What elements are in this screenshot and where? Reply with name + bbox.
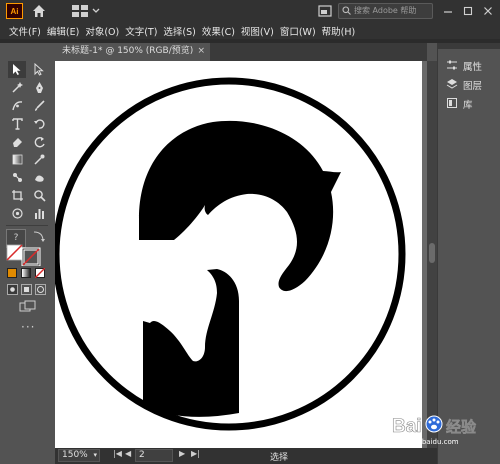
properties-panel-button[interactable]: 属性 bbox=[446, 58, 498, 74]
close-window-button[interactable] bbox=[478, 0, 498, 22]
workspace-switcher-icon[interactable] bbox=[71, 4, 101, 21]
menu-window[interactable]: 窗口(W) bbox=[277, 22, 319, 39]
prev-artboard-icon[interactable]: ◀ bbox=[125, 449, 131, 458]
menu-view[interactable]: 视图(V) bbox=[238, 22, 277, 39]
menu-help[interactable]: 帮助(H) bbox=[319, 22, 359, 39]
paintbrush-tool-icon[interactable] bbox=[30, 97, 48, 114]
column-graph-tool-icon[interactable] bbox=[30, 205, 48, 222]
fill-stroke-swatch[interactable] bbox=[6, 244, 46, 267]
document-title: 未标题-1* @ 150% (RGB/预览) bbox=[62, 46, 194, 56]
undo-rotate-tool-icon[interactable] bbox=[30, 115, 48, 132]
watermark-text: Bai bbox=[392, 416, 422, 437]
baidu-watermark: Bai 经验 jingyan.baidu.com bbox=[388, 408, 498, 448]
symbol-sprayer-tool-icon[interactable] bbox=[8, 205, 26, 222]
document-tab-bar: 未标题-1* @ 150% (RGB/预览) × bbox=[55, 43, 427, 61]
draw-inside-icon[interactable] bbox=[35, 284, 46, 298]
puppet-warp-tool-icon[interactable] bbox=[8, 169, 26, 186]
document-tab[interactable]: 未标题-1* @ 150% (RGB/预览) × bbox=[55, 43, 210, 61]
chevron-down-icon: ▾ bbox=[93, 451, 97, 459]
watermark-url: jingyan.baidu.com bbox=[393, 438, 459, 446]
arrange-documents-icon[interactable] bbox=[318, 4, 332, 21]
menu-effect[interactable]: 效果(C) bbox=[199, 22, 238, 39]
menu-type[interactable]: 文字(T) bbox=[122, 22, 160, 39]
home-icon[interactable] bbox=[32, 4, 46, 21]
toolbar-divider bbox=[6, 225, 48, 226]
gradient-tool-icon[interactable] bbox=[8, 151, 26, 168]
first-artboard-icon[interactable]: |◀ bbox=[113, 449, 122, 458]
canvas-area[interactable] bbox=[52, 61, 427, 448]
last-artboard-icon[interactable]: ▶| bbox=[191, 449, 200, 458]
layers-label: 图层 bbox=[463, 81, 483, 92]
rotate-tool-icon[interactable] bbox=[30, 133, 48, 150]
artboard-tool-icon[interactable] bbox=[8, 187, 26, 204]
zoom-tool-icon[interactable] bbox=[30, 187, 48, 204]
menu-bar: 文件(F) 编辑(E) 对象(O) 文字(T) 选择(S) 效果(C) 视图(V… bbox=[0, 22, 500, 39]
menu-object[interactable]: 对象(O) bbox=[82, 22, 122, 39]
fill-stroke-swap-icon[interactable] bbox=[31, 228, 47, 244]
draw-normal-icon[interactable] bbox=[7, 284, 18, 298]
minimize-button[interactable] bbox=[438, 0, 458, 22]
scrollbar-thumb[interactable] bbox=[429, 243, 435, 263]
draw-mode-buttons bbox=[6, 283, 48, 297]
title-bar: Ai 搜索 Adobe 帮助 bbox=[0, 0, 500, 22]
tools-panel: ? ··· bbox=[3, 58, 50, 398]
edit-toolbar-icon[interactable]: ··· bbox=[21, 320, 35, 334]
next-artboard-icon[interactable]: ▶ bbox=[179, 449, 185, 458]
eyedropper-tool-icon[interactable] bbox=[30, 151, 48, 168]
search-placeholder: 搜索 Adobe 帮助 bbox=[354, 6, 417, 15]
color-mode-buttons bbox=[6, 266, 48, 280]
menu-edit[interactable]: 编辑(E) bbox=[44, 22, 82, 39]
right-panel-dock: 属性 图层 库 bbox=[437, 43, 500, 464]
search-icon bbox=[342, 6, 351, 20]
properties-label: 属性 bbox=[463, 62, 483, 73]
vertical-scrollbar[interactable] bbox=[427, 61, 437, 448]
panel-grip[interactable] bbox=[438, 43, 500, 49]
screen-mode-icon[interactable] bbox=[19, 300, 37, 314]
maximize-button[interactable] bbox=[458, 0, 478, 22]
blob-brush-tool-icon[interactable] bbox=[30, 169, 48, 186]
layers-panel-button[interactable]: 图层 bbox=[446, 77, 498, 93]
artboard[interactable] bbox=[52, 61, 422, 448]
menu-select[interactable]: 选择(S) bbox=[160, 22, 198, 39]
none-mode-icon[interactable] bbox=[35, 268, 45, 278]
eraser-tool-icon[interactable] bbox=[8, 133, 26, 150]
selection-tool-icon[interactable] bbox=[8, 61, 26, 78]
libraries-label: 库 bbox=[463, 100, 473, 111]
magic-wand-tool-icon[interactable] bbox=[8, 79, 26, 96]
close-tab-icon[interactable]: × bbox=[197, 43, 205, 60]
menu-file[interactable]: 文件(F) bbox=[6, 22, 44, 39]
help-search-input[interactable]: 搜索 Adobe 帮助 bbox=[338, 3, 433, 19]
status-bar: 150% ▾ |◀ ◀ 2 ▶ ▶| 选择 bbox=[55, 448, 437, 464]
libraries-panel-button[interactable]: 库 bbox=[446, 96, 498, 112]
horse-logo-artwork[interactable] bbox=[52, 61, 422, 448]
artboard-number: 2 bbox=[139, 450, 145, 460]
zoom-level-select[interactable]: 150% ▾ bbox=[58, 449, 100, 462]
app-logo: Ai bbox=[6, 3, 23, 19]
layers-icon bbox=[446, 78, 458, 93]
libraries-icon bbox=[446, 97, 458, 112]
curvature-tool-icon[interactable] bbox=[8, 97, 26, 114]
current-tool-status: 选择 bbox=[270, 453, 289, 463]
gradient-mode-icon[interactable] bbox=[21, 268, 31, 278]
direct-selection-tool-icon[interactable] bbox=[30, 61, 48, 78]
type-tool-icon[interactable] bbox=[8, 115, 26, 132]
svg-text:经验: 经验 bbox=[446, 418, 477, 436]
properties-icon bbox=[446, 59, 458, 74]
artboard-number-input[interactable]: 2 bbox=[135, 449, 173, 462]
draw-behind-icon[interactable] bbox=[21, 284, 32, 298]
zoom-value: 150% bbox=[62, 450, 88, 460]
color-mode-icon[interactable] bbox=[7, 268, 17, 278]
pen-tool-icon[interactable] bbox=[30, 79, 48, 96]
